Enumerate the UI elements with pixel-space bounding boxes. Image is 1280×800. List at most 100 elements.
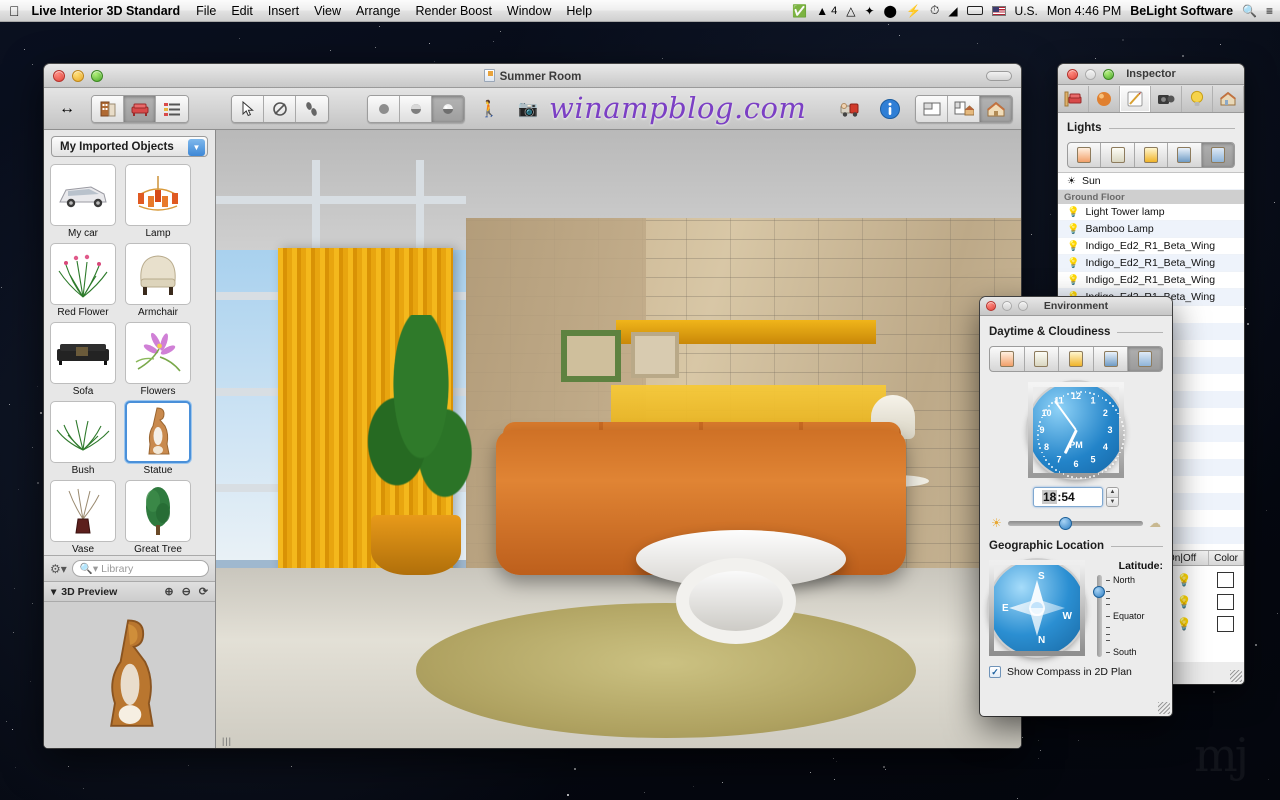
daytime-overcast[interactable]: [1025, 347, 1060, 371]
light-row-bamboo-lamp[interactable]: 💡 Bamboo Lamp: [1058, 221, 1244, 238]
rotate-icon[interactable]: ⟳: [199, 585, 208, 598]
cloudiness-slider-knob[interactable]: [1059, 516, 1073, 530]
viewport-resize-grip[interactable]: |||: [222, 736, 232, 746]
bulb-on-icon[interactable]: 💡: [1177, 573, 1192, 587]
gear-icon[interactable]: ⚙▾: [50, 562, 67, 576]
time-minutes[interactable]: 54: [1061, 490, 1074, 504]
zoom-in-icon[interactable]: ⊕: [164, 585, 173, 598]
light-row-sun[interactable]: ☀ Sun: [1058, 173, 1244, 190]
bulb-off-icon[interactable]: 💡: [1067, 224, 1079, 235]
wifi-icon[interactable]: ◢: [948, 4, 957, 18]
apple-logo-icon[interactable]: : [9, 4, 20, 18]
daytime-sunny[interactable]: [1059, 347, 1094, 371]
light-mode-neutral[interactable]: [1101, 143, 1135, 167]
light-row-indigo-2[interactable]: 💡 Indigo_Ed2_R1_Beta_Wing: [1058, 255, 1244, 272]
edit-tab[interactable]: [1120, 85, 1151, 112]
shading-flat-button[interactable]: [368, 95, 400, 122]
input-source-label[interactable]: U.S.: [1015, 4, 1038, 18]
daytime-night[interactable]: [1094, 347, 1129, 371]
stepper-up-icon[interactable]: ▲: [1107, 488, 1118, 498]
bulb-on-icon[interactable]: 💡: [1177, 617, 1192, 631]
search-icon[interactable]: 🔍: [1242, 4, 1257, 18]
triangle-down-icon[interactable]: ▾: [51, 586, 56, 598]
walkthrough-icon[interactable]: 🚶: [474, 95, 504, 123]
preview-header[interactable]: ▾ 3D Preview ⊕ ⊖ ⟳: [44, 581, 215, 602]
inspector-title-bar[interactable]: Inspector: [1058, 64, 1244, 85]
time-of-day-clock[interactable]: 12 1 2 3 4 5 6 7 8 9 10 11 PM: [1028, 382, 1125, 479]
building-tab[interactable]: [1213, 85, 1244, 112]
measure-tool-button[interactable]: [296, 95, 328, 122]
inspector-resize-grip[interactable]: [1230, 670, 1242, 682]
collection-popup-button[interactable]: My Imported Objects ▼: [51, 136, 208, 157]
render-truck-icon[interactable]: [835, 95, 865, 123]
list-view-button[interactable]: [156, 95, 188, 122]
rotate-tool-button[interactable]: [264, 95, 296, 122]
object-tab[interactable]: [1058, 85, 1089, 112]
menu-user-name[interactable]: BeLight Software: [1130, 4, 1233, 18]
arrows-horizontal-icon[interactable]: ↔: [52, 95, 82, 123]
menu-item-insert[interactable]: Insert: [268, 4, 299, 18]
time-machine-icon[interactable]: ⏱: [930, 3, 939, 18]
time-stepper[interactable]: ▲ ▼: [1106, 487, 1119, 507]
flash-icon[interactable]: ⚡: [906, 4, 921, 18]
menu-item-render-boost[interactable]: Render Boost: [415, 4, 491, 18]
furniture-view-button[interactable]: [124, 95, 156, 122]
bulb-off-icon[interactable]: 💡: [1067, 258, 1079, 269]
object-cell-sofa[interactable]: Sofa: [50, 322, 116, 398]
time-hours[interactable]: 18: [1042, 490, 1058, 504]
menu-item-help[interactable]: Help: [566, 4, 592, 18]
window-title-bar[interactable]: Summer Room: [44, 64, 1021, 88]
environment-title-bar[interactable]: Environment: [980, 297, 1172, 316]
column-header-color[interactable]: Color: [1209, 551, 1244, 565]
menu-item-view[interactable]: View: [314, 4, 341, 18]
light-row-indigo-3[interactable]: 💡 Indigo_Ed2_R1_Beta_Wing: [1058, 272, 1244, 289]
shading-gouraud-button[interactable]: [400, 95, 432, 122]
object-cell-armchair[interactable]: Armchair: [125, 243, 191, 319]
google-drive-icon[interactable]: △: [846, 4, 855, 18]
object-cell-lamp[interactable]: Lamp: [125, 164, 191, 240]
dropbox-icon[interactable]: ✦: [864, 4, 874, 18]
menu-clock[interactable]: Mon 4:46 PM: [1047, 4, 1121, 18]
light-mode-time[interactable]: [1201, 143, 1234, 167]
environment-resize-grip[interactable]: [1158, 702, 1170, 714]
object-cell-red-flower[interactable]: Red Flower: [50, 243, 116, 319]
menu-item-window[interactable]: Window: [507, 4, 551, 18]
3d-preview-panel[interactable]: [44, 602, 215, 748]
info-icon[interactable]: [875, 95, 905, 123]
menu-item-edit[interactable]: Edit: [231, 4, 253, 18]
latitude-slider-knob[interactable]: [1093, 586, 1105, 599]
bulb-off-icon[interactable]: 💡: [1067, 275, 1079, 286]
battery-icon[interactable]: [966, 6, 983, 15]
color-swatch[interactable]: [1216, 572, 1234, 588]
split-view-button[interactable]: [916, 95, 948, 122]
show-compass-checkbox[interactable]: ✓: [989, 666, 1001, 678]
light-row-light-tower-lamp[interactable]: 💡 Light Tower lamp: [1058, 204, 1244, 221]
cloudiness-slider[interactable]: [1007, 516, 1143, 530]
bulb-on-icon[interactable]: 💡: [1067, 207, 1079, 218]
menu-item-arrange[interactable]: Arrange: [356, 4, 400, 18]
adobe-icon[interactable]: ▲: [816, 4, 828, 18]
notification-center-icon[interactable]: ≡: [1266, 4, 1273, 18]
light-mode-warm[interactable]: [1068, 143, 1102, 167]
daytime-sunset[interactable]: [990, 347, 1025, 371]
search-input[interactable]: 🔍▾ Library: [71, 560, 209, 577]
color-swatch[interactable]: [1216, 594, 1234, 610]
checkmark-badge-icon[interactable]: ✅: [792, 4, 807, 18]
light-tab[interactable]: [1182, 85, 1213, 112]
time-input[interactable]: 18:54: [1033, 487, 1103, 507]
object-cell-bush[interactable]: Bush: [50, 401, 116, 477]
plan-and-3d-button[interactable]: [948, 95, 980, 122]
evernote-icon[interactable]: ⬤: [884, 4, 897, 18]
bulb-off-icon[interactable]: 💡: [1177, 595, 1192, 609]
building-view-button[interactable]: [92, 95, 124, 122]
3d-viewport[interactable]: |||: [216, 130, 1021, 748]
show-compass-row[interactable]: ✓ Show Compass in 2D Plan: [989, 666, 1163, 678]
menu-item-file[interactable]: File: [196, 4, 216, 18]
stepper-down-icon[interactable]: ▼: [1107, 497, 1118, 506]
camera-icon[interactable]: 📷: [513, 95, 543, 123]
shading-render-button[interactable]: [432, 95, 464, 122]
object-cell-vase[interactable]: Vase: [50, 480, 116, 555]
latitude-slider[interactable]: [1093, 575, 1105, 657]
object-cell-statue[interactable]: Statue: [125, 401, 191, 477]
compass-control[interactable]: N E S W: [989, 560, 1085, 656]
